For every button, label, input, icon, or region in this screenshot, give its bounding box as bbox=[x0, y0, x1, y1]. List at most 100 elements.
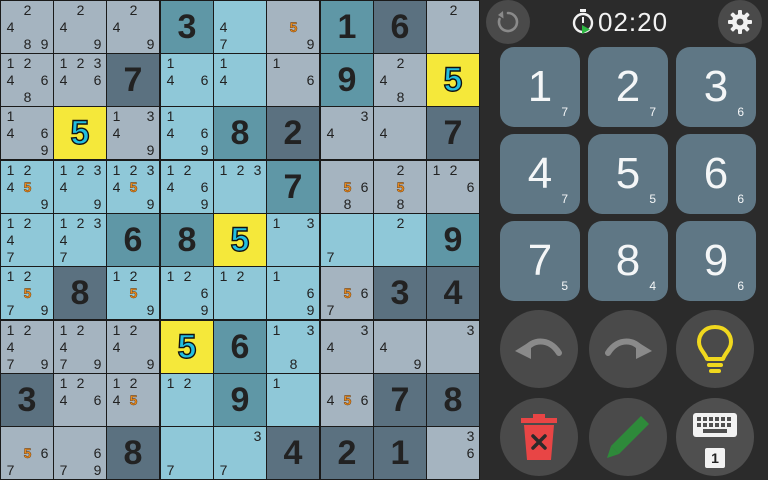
numpad-button-2[interactable]: 27 bbox=[588, 47, 668, 127]
sudoku-cell-r4-c4[interactable]: 124 69 bbox=[161, 161, 213, 213]
sudoku-cell-r2-c8[interactable]: 248 bbox=[374, 54, 426, 106]
sudoku-cell-r5-c5[interactable]: 5 bbox=[214, 214, 266, 266]
sudoku-cell-r2-c5[interactable]: 14 bbox=[214, 54, 266, 106]
sudoku-cell-r9-c1[interactable]: 56 7 bbox=[1, 427, 53, 479]
sudoku-cell-r3-c4[interactable]: 14 69 bbox=[161, 107, 213, 159]
sudoku-cell-r9-c3[interactable]: 8 bbox=[107, 427, 159, 479]
sudoku-cell-r6-c9[interactable]: 4 bbox=[427, 267, 479, 319]
numpad-button-5[interactable]: 55 bbox=[588, 134, 668, 214]
sudoku-cell-r4-c5[interactable]: 123 bbox=[214, 161, 266, 213]
pencil-note: 4 bbox=[112, 125, 121, 141]
sudoku-cell-r3-c3[interactable]: 1 3 4 9 bbox=[107, 107, 159, 159]
sudoku-cell-r1-c5[interactable]: 47 bbox=[214, 1, 266, 53]
sudoku-cell-r9-c9[interactable]: 36 bbox=[427, 427, 479, 479]
sudoku-cell-r1-c9[interactable]: 2 bbox=[427, 1, 479, 53]
sudoku-cell-r6-c4[interactable]: 1269 bbox=[161, 267, 213, 319]
sudoku-cell-r7-c9[interactable]: 3 bbox=[427, 321, 479, 373]
sudoku-cell-r7-c7[interactable]: 34 bbox=[321, 321, 373, 373]
sudoku-cell-r3-c6[interactable]: 2 bbox=[267, 107, 319, 159]
sudoku-cell-r1-c4[interactable]: 3 bbox=[161, 1, 213, 53]
sudoku-cell-r8-c5[interactable]: 9 bbox=[214, 374, 266, 426]
sudoku-cell-r7-c4[interactable]: 5 bbox=[161, 321, 213, 373]
sudoku-cell-r1-c1[interactable]: 2489 bbox=[1, 1, 53, 53]
sudoku-cell-r5-c4[interactable]: 8 bbox=[161, 214, 213, 266]
sudoku-cell-r1-c3[interactable]: 24 9 bbox=[107, 1, 159, 53]
numpad-button-6[interactable]: 66 bbox=[676, 134, 756, 214]
sudoku-cell-r8-c2[interactable]: 124 6 bbox=[54, 374, 106, 426]
numpad-button-3[interactable]: 36 bbox=[676, 47, 756, 127]
keyboard-mode-button[interactable]: 1 bbox=[676, 398, 754, 476]
sudoku-cell-r3-c9[interactable]: 7 bbox=[427, 107, 479, 159]
restart-button[interactable] bbox=[486, 0, 530, 44]
sudoku-cell-r8-c4[interactable]: 12 bbox=[161, 374, 213, 426]
sudoku-cell-r9-c5[interactable]: 37 bbox=[214, 427, 266, 479]
sudoku-cell-r1-c7[interactable]: 1 bbox=[321, 1, 373, 53]
pencil-button[interactable] bbox=[589, 398, 667, 476]
sudoku-cell-r1-c8[interactable]: 6 bbox=[374, 1, 426, 53]
undo-button[interactable] bbox=[500, 310, 578, 388]
sudoku-cell-r4-c3[interactable]: 123 459 bbox=[107, 161, 159, 213]
sudoku-cell-r3-c5[interactable]: 8 bbox=[214, 107, 266, 159]
redo-button[interactable] bbox=[589, 310, 667, 388]
sudoku-cell-r4-c2[interactable]: 123 4 9 bbox=[54, 161, 106, 213]
sudoku-cell-r8-c9[interactable]: 8 bbox=[427, 374, 479, 426]
sudoku-cell-r5-c2[interactable]: 123 47 bbox=[54, 214, 106, 266]
sudoku-cell-r7-c5[interactable]: 6 bbox=[214, 321, 266, 373]
sudoku-cell-r6-c3[interactable]: 1259 bbox=[107, 267, 159, 319]
sudoku-cell-r8-c7[interactable]: 456 bbox=[321, 374, 373, 426]
sudoku-cell-r9-c2[interactable]: 6 7 9 bbox=[54, 427, 106, 479]
erase-button[interactable] bbox=[500, 398, 578, 476]
sudoku-cell-r9-c6[interactable]: 4 bbox=[267, 427, 319, 479]
sudoku-cell-r1-c2[interactable]: 24 9 bbox=[54, 1, 106, 53]
sudoku-cell-r5-c8[interactable]: 2 bbox=[374, 214, 426, 266]
sudoku-cell-r5-c6[interactable]: 13 bbox=[267, 214, 319, 266]
sudoku-cell-r2-c7[interactable]: 9 bbox=[321, 54, 373, 106]
numpad-digit: 2 bbox=[615, 62, 641, 111]
sudoku-cell-r7-c6[interactable]: 1 3 8 bbox=[267, 321, 319, 373]
sudoku-cell-r5-c1[interactable]: 1247 bbox=[1, 214, 53, 266]
sudoku-cell-r8-c3[interactable]: 1245 bbox=[107, 374, 159, 426]
sudoku-cell-r1-c6[interactable]: 59 bbox=[267, 1, 319, 53]
sudoku-cell-r5-c9[interactable]: 9 bbox=[427, 214, 479, 266]
sudoku-cell-r3-c2[interactable]: 5 bbox=[54, 107, 106, 159]
sudoku-cell-r8-c8[interactable]: 7 bbox=[374, 374, 426, 426]
sudoku-cell-r8-c1[interactable]: 3 bbox=[1, 374, 53, 426]
sudoku-cell-r9-c4[interactable]: 7 bbox=[161, 427, 213, 479]
sudoku-cell-r4-c7[interactable]: 568 bbox=[321, 161, 373, 213]
sudoku-cell-r8-c6[interactable]: 1 bbox=[267, 374, 319, 426]
sudoku-cell-r6-c7[interactable]: 56 7 bbox=[321, 267, 373, 319]
sudoku-cell-r2-c4[interactable]: 14 6 bbox=[161, 54, 213, 106]
sudoku-cell-r2-c9[interactable]: 5 bbox=[427, 54, 479, 106]
sudoku-cell-r4-c1[interactable]: 12459 bbox=[1, 161, 53, 213]
sudoku-cell-r7-c3[interactable]: 124 9 bbox=[107, 321, 159, 373]
hint-button[interactable] bbox=[676, 310, 754, 388]
sudoku-cell-r6-c2[interactable]: 8 bbox=[54, 267, 106, 319]
sudoku-cell-r3-c7[interactable]: 34 bbox=[321, 107, 373, 159]
sudoku-cell-r4-c9[interactable]: 126 bbox=[427, 161, 479, 213]
sudoku-cell-r9-c8[interactable]: 1 bbox=[374, 427, 426, 479]
sudoku-cell-r3-c1[interactable]: 14 69 bbox=[1, 107, 53, 159]
numpad-button-9[interactable]: 96 bbox=[676, 221, 756, 301]
sudoku-cell-r9-c7[interactable]: 2 bbox=[321, 427, 373, 479]
sudoku-cell-r4-c6[interactable]: 7 bbox=[267, 161, 319, 213]
sudoku-cell-r2-c2[interactable]: 123 4 6 bbox=[54, 54, 106, 106]
sudoku-cell-r4-c8[interactable]: 258 bbox=[374, 161, 426, 213]
numpad-button-4[interactable]: 47 bbox=[500, 134, 580, 214]
settings-button[interactable] bbox=[718, 0, 762, 44]
sudoku-cell-r6-c1[interactable]: 1257 9 bbox=[1, 267, 53, 319]
sudoku-cell-r3-c8[interactable]: 4 bbox=[374, 107, 426, 159]
sudoku-cell-r2-c3[interactable]: 7 bbox=[107, 54, 159, 106]
sudoku-cell-r7-c2[interactable]: 1247 9 bbox=[54, 321, 106, 373]
numpad-button-8[interactable]: 84 bbox=[588, 221, 668, 301]
sudoku-cell-r5-c3[interactable]: 6 bbox=[107, 214, 159, 266]
numpad-button-7[interactable]: 75 bbox=[500, 221, 580, 301]
numpad-button-1[interactable]: 17 bbox=[500, 47, 580, 127]
sudoku-cell-r2-c1[interactable]: 124 68 bbox=[1, 54, 53, 106]
sudoku-cell-r6-c5[interactable]: 12 bbox=[214, 267, 266, 319]
sudoku-cell-r6-c6[interactable]: 1 69 bbox=[267, 267, 319, 319]
sudoku-cell-r7-c8[interactable]: 49 bbox=[374, 321, 426, 373]
sudoku-cell-r6-c8[interactable]: 3 bbox=[374, 267, 426, 319]
sudoku-cell-r2-c6[interactable]: 16 bbox=[267, 54, 319, 106]
sudoku-cell-r7-c1[interactable]: 1247 9 bbox=[1, 321, 53, 373]
sudoku-cell-r5-c7[interactable]: 7 bbox=[321, 214, 373, 266]
